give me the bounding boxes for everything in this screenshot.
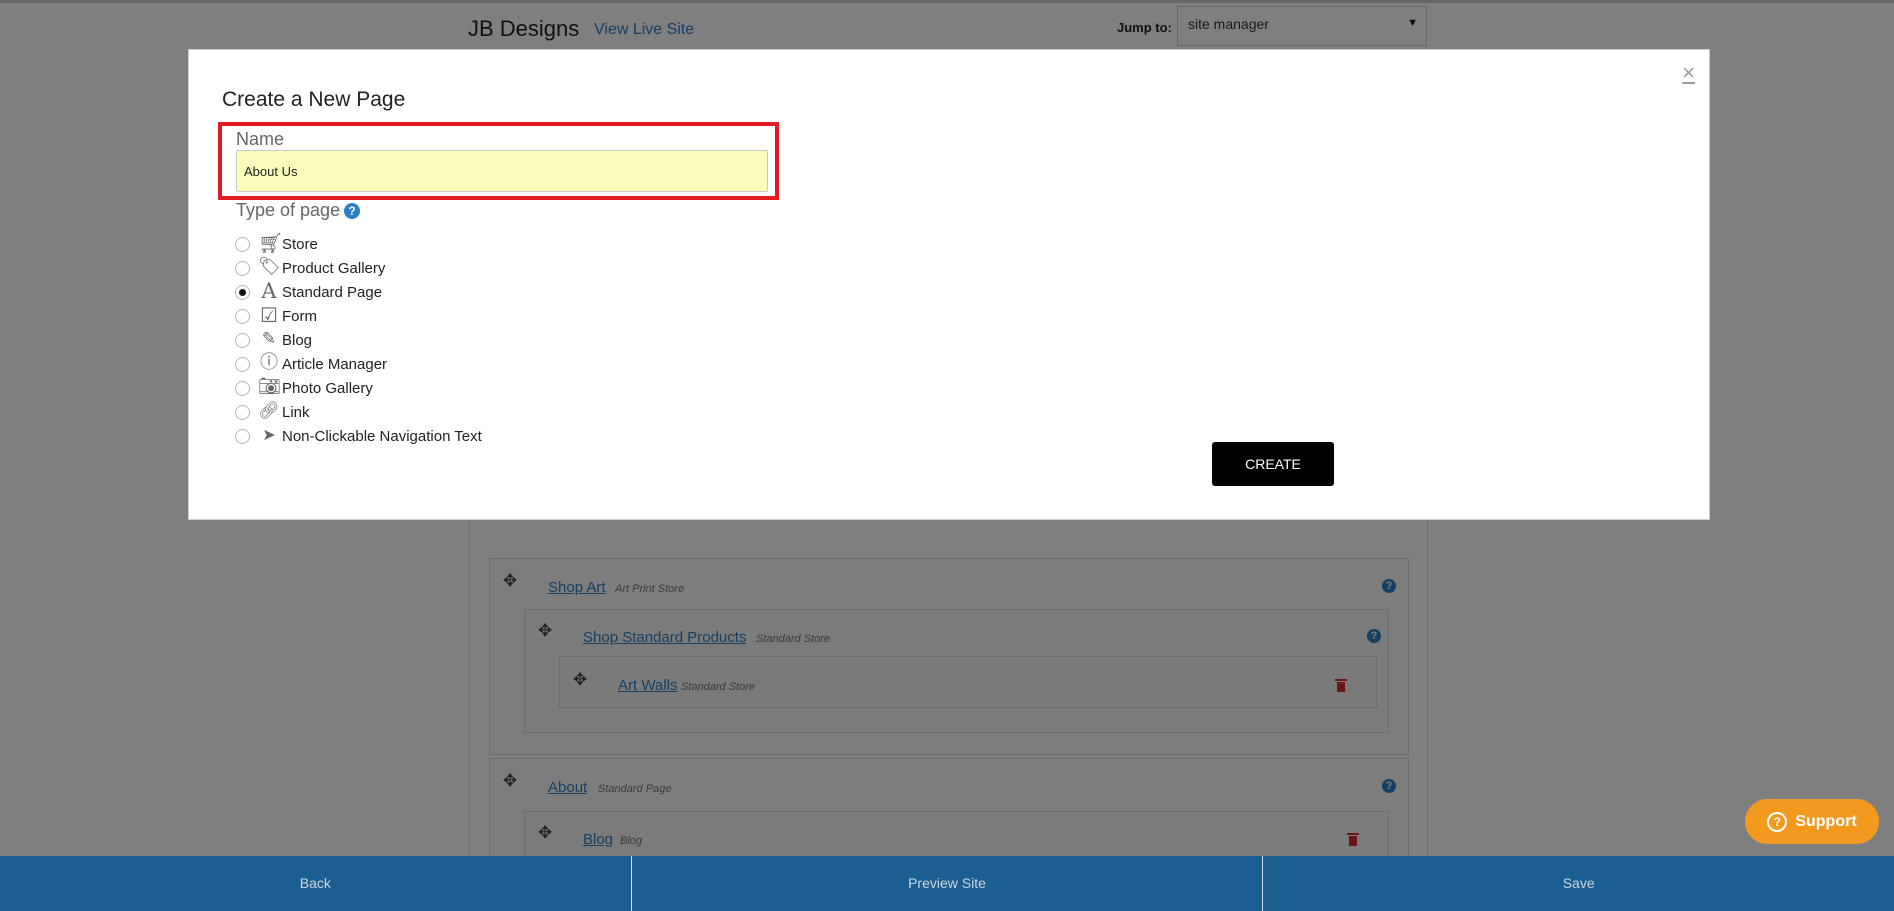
- back-button[interactable]: Back: [0, 856, 632, 911]
- radio-store[interactable]: [235, 236, 250, 252]
- option-label: Blog: [282, 331, 313, 349]
- save-button[interactable]: Save: [1263, 856, 1894, 911]
- bottom-action-bar: Back Preview Site Save: [0, 856, 1894, 911]
- pencil-icon: ✎: [261, 329, 277, 349]
- support-button[interactable]: ? Support: [1745, 799, 1879, 844]
- page-name-input[interactable]: [236, 150, 768, 192]
- radio-article-manager[interactable]: [235, 356, 250, 372]
- link-icon: 🔗︎: [258, 401, 280, 421]
- radio-blog[interactable]: [235, 332, 250, 348]
- font-icon: A: [261, 279, 277, 303]
- radio-product-gallery[interactable]: [235, 260, 250, 276]
- support-label: Support: [1795, 812, 1857, 830]
- page-type-option-link[interactable]: 🔗︎ Link: [235, 402, 310, 422]
- option-label: Link: [282, 403, 310, 421]
- option-label: Photo Gallery: [282, 379, 373, 397]
- help-icon[interactable]: ?: [344, 203, 360, 219]
- option-label: Article Manager: [282, 355, 388, 373]
- question-circle-icon: ?: [1767, 811, 1788, 832]
- option-label: Product Gallery: [282, 259, 386, 277]
- option-label: Non-Clickable Navigation Text: [282, 427, 482, 445]
- location-arrow-icon: ➤: [262, 425, 276, 444]
- page-type-option-standard-page[interactable]: A Standard Page: [235, 279, 383, 303]
- radio-form[interactable]: [235, 308, 250, 324]
- tags-icon: 🏷︎: [258, 256, 281, 277]
- page-type-option-non-clickable-nav[interactable]: ➤ Non-Clickable Navigation Text: [235, 426, 482, 446]
- page-type-option-photo-gallery[interactable]: 📷︎ Photo Gallery: [235, 378, 373, 398]
- create-page-modal: × Create a New Page Name Type of page ? …: [188, 49, 1710, 520]
- info-icon: ⓘ: [260, 352, 278, 373]
- page-type-option-article-manager[interactable]: ⓘ Article Manager: [235, 354, 387, 374]
- option-label: Store: [282, 235, 318, 253]
- radio-standard-page[interactable]: [235, 284, 250, 300]
- create-button[interactable]: CREATE: [1212, 442, 1334, 486]
- modal-title: Create a New Page: [222, 88, 406, 111]
- name-label: Name: [236, 129, 285, 149]
- camera-icon: 📷︎: [258, 376, 281, 397]
- option-label: Standard Page: [282, 283, 383, 301]
- page-type-option-blog[interactable]: ✎ Blog: [235, 330, 312, 350]
- checkbox-icon: ☑: [260, 303, 278, 327]
- radio-link[interactable]: [235, 404, 250, 420]
- cart-icon: 🛒︎: [258, 231, 284, 255]
- page-type-option-store[interactable]: 🛒︎ Store: [235, 231, 318, 255]
- radio-non-clickable-nav[interactable]: [235, 428, 250, 444]
- page-type-option-product-gallery[interactable]: 🏷︎ Product Gallery: [235, 258, 385, 278]
- radio-photo-gallery[interactable]: [235, 380, 250, 396]
- page-type-option-form[interactable]: ☑ Form: [235, 303, 317, 327]
- close-icon[interactable]: ×: [1682, 62, 1695, 84]
- option-label: Form: [282, 307, 317, 325]
- page-type-label: Type of page: [236, 200, 341, 220]
- preview-site-button[interactable]: Preview Site: [632, 856, 1264, 911]
